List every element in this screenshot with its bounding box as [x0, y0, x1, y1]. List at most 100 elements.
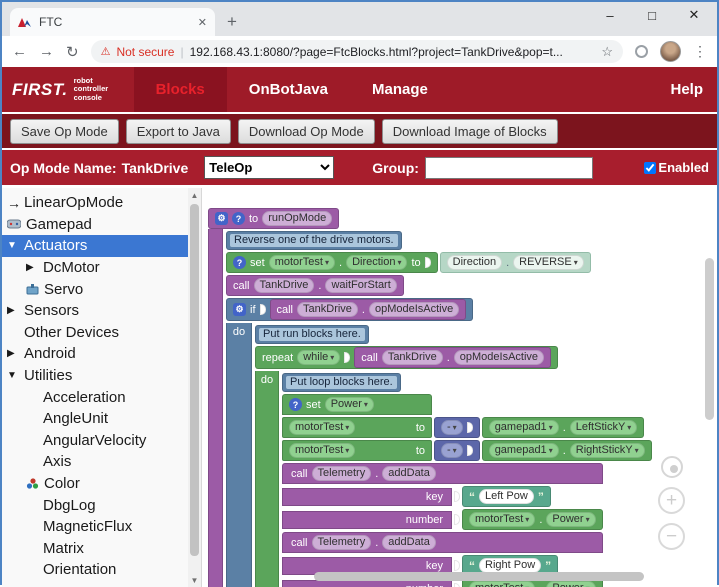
help-icon[interactable]: ?: [289, 398, 302, 411]
toolbox-item-acceleration[interactable]: Acceleration: [2, 386, 188, 408]
group-input[interactable]: [425, 157, 593, 179]
power-dropdown[interactable]: Power▾: [325, 397, 374, 412]
browser-tab[interactable]: FTC ✕: [10, 8, 215, 36]
text-field[interactable]: Left Pow: [479, 489, 534, 504]
bookmark-star-icon[interactable]: ☆: [601, 44, 613, 60]
motor-dropdown[interactable]: motorTest▾: [469, 512, 535, 527]
scrollbar-thumb[interactable]: [190, 204, 199, 556]
toolbox-item-dbglog[interactable]: DbgLog: [2, 494, 188, 516]
negate-dropdown[interactable]: -▾: [441, 443, 463, 458]
toolbox-item-actuators[interactable]: ▼ Actuators: [2, 235, 188, 257]
if-condition-block[interactable]: call TankDrive . opModeIsActive: [270, 299, 467, 320]
motor-dropdown[interactable]: motorTest▾: [269, 255, 335, 270]
gamepad-leftstick-block[interactable]: gamepad1▾ . LeftStickY▾: [482, 417, 645, 438]
motor-power-block[interactable]: motorTest▾ . Power▾: [462, 509, 603, 530]
repeat-block-body[interactable]: do: [255, 371, 279, 587]
help-icon[interactable]: ?: [232, 212, 245, 225]
nav-onbotjava[interactable]: OnBotJava: [227, 67, 350, 112]
direction-reverse-block[interactable]: Direction . REVERSE▾: [440, 252, 591, 273]
if-block-header[interactable]: ⚙ if call TankDrive . opModeIsActive: [226, 298, 473, 321]
toolbox-item-axis[interactable]: Axis: [2, 451, 188, 473]
download-opmode-button[interactable]: Download Op Mode: [238, 119, 375, 144]
comment-block[interactable]: Put run blocks here.: [255, 325, 369, 344]
center-view-icon[interactable]: [661, 456, 683, 478]
direction-value-dropdown[interactable]: REVERSE▾: [513, 255, 584, 270]
toolbox-item-gamepad[interactable]: Gamepad: [2, 214, 188, 236]
zoom-in-button[interactable]: +: [658, 487, 685, 514]
toolbox-item-dcmotor[interactable]: ▶ DcMotor: [2, 257, 188, 279]
stick-dropdown[interactable]: LeftStickY▾: [570, 420, 638, 435]
window-maximize-icon[interactable]: □: [631, 2, 673, 28]
help-icon[interactable]: ?: [233, 256, 246, 269]
gamepad-rightstick-block[interactable]: gamepad1▾ . RightStickY▾: [482, 440, 652, 461]
power-dropdown[interactable]: Power▾: [546, 581, 595, 587]
toolbox-item-color[interactable]: Color: [2, 473, 188, 495]
new-tab-button[interactable]: +: [227, 12, 237, 32]
negate-dropdown[interactable]: -▾: [441, 420, 463, 435]
window-close-icon[interactable]: ✕: [673, 2, 715, 28]
repeat-mode-dropdown[interactable]: while▾: [297, 350, 340, 365]
back-icon[interactable]: ←: [12, 43, 27, 60]
set-direction-block[interactable]: ? set motorTest▾ . Direction▾ to: [226, 252, 438, 273]
toolbox-item-angularvelocity[interactable]: AngularVelocity: [2, 430, 188, 452]
gamepad-dropdown[interactable]: gamepad1▾: [489, 443, 559, 458]
toolbox-scrollbar[interactable]: ▲ ▼: [188, 188, 201, 587]
motor-dropdown[interactable]: motorTest▾: [469, 581, 535, 587]
browser-menu-icon[interactable]: ⋮: [693, 43, 707, 60]
text-block[interactable]: “ Left Pow ”: [462, 486, 551, 507]
toolbox-item-angleunit[interactable]: AngleUnit: [2, 408, 188, 430]
if-block-body[interactable]: do: [226, 323, 252, 587]
enabled-checkbox[interactable]: [644, 162, 656, 174]
toolbox-item-utilities[interactable]: ▼ Utilities: [2, 365, 188, 387]
url-text[interactable]: 192.168.43.1:8080/?page=FtcBlocks.html?p…: [190, 45, 596, 59]
call-waitforstart-block[interactable]: call TankDrive . waitForStart: [226, 275, 404, 296]
repeat-block-header[interactable]: repeat while▾ call TankDrive . opModeIsA…: [255, 346, 558, 369]
profile-avatar[interactable]: [660, 41, 681, 62]
gamepad-dropdown[interactable]: gamepad1▾: [489, 420, 559, 435]
nav-help[interactable]: Help: [656, 67, 717, 112]
negate-block[interactable]: -▾: [434, 440, 480, 461]
comment-block[interactable]: Put loop blocks here.: [282, 373, 401, 392]
gear-icon[interactable]: ⚙: [233, 303, 246, 316]
toolbox-item-sensors[interactable]: ▶ Sensors: [2, 300, 188, 322]
tab-close-icon[interactable]: ✕: [198, 16, 207, 29]
runopmode-block-header[interactable]: ⚙ ? to runOpMode: [208, 208, 339, 229]
opmode-type-select[interactable]: TeleOp: [204, 156, 334, 179]
gear-icon[interactable]: ⚙: [215, 212, 228, 225]
download-image-button[interactable]: Download Image of Blocks: [382, 119, 558, 144]
workspace-horizontal-scrollbar[interactable]: [314, 572, 644, 581]
toolbox-item-magneticflux[interactable]: MagneticFlux: [2, 516, 188, 538]
export-java-button[interactable]: Export to Java: [126, 119, 231, 144]
toolbox-item-matrix[interactable]: Matrix: [2, 538, 188, 560]
not-secure-warning-icon[interactable]: ⚠: [101, 45, 111, 58]
extension-icon[interactable]: [635, 45, 648, 58]
stick-dropdown[interactable]: RightStickY▾: [570, 443, 645, 458]
nav-blocks[interactable]: Blocks: [134, 67, 227, 112]
blockly-workspace[interactable]: ⚙ ? to runOpMode Reverse one of the driv…: [202, 188, 717, 587]
negate-block[interactable]: -▾: [434, 417, 480, 438]
text-field[interactable]: Right Pow: [479, 558, 541, 573]
telemetry-adddata-block[interactable]: call Telemetry . addData key: [282, 463, 603, 530]
workspace-vertical-scrollbar[interactable]: [705, 258, 714, 420]
toolbox-item-other-devices[interactable]: Other Devices: [2, 322, 188, 344]
motor-dropdown[interactable]: motorTest▾: [289, 420, 355, 435]
runopmode-block-body[interactable]: [208, 229, 223, 587]
set-power-block[interactable]: ? set Power▾ motorTest▾ to: [282, 394, 652, 461]
save-opmode-button[interactable]: Save Op Mode: [10, 119, 119, 144]
motor-dropdown[interactable]: motorTest▾: [289, 443, 355, 458]
comment-block[interactable]: Reverse one of the drive motors.: [226, 231, 402, 250]
scroll-up-icon[interactable]: ▲: [191, 188, 199, 202]
toolbox-item-orientation[interactable]: Orientation: [2, 559, 188, 581]
toolbox-item-linearopmode[interactable]: → LinearOpMode: [2, 192, 188, 214]
property-dropdown[interactable]: Direction▾: [346, 255, 407, 270]
nav-manage[interactable]: Manage: [350, 67, 450, 112]
procedure-name-field[interactable]: runOpMode: [262, 211, 332, 226]
toolbox-item-android[interactable]: ▶ Android: [2, 343, 188, 365]
omnibox[interactable]: ⚠ Not secure | 192.168.43.1:8080/?page=F…: [91, 40, 623, 63]
zoom-out-button[interactable]: −: [658, 523, 685, 550]
refresh-icon[interactable]: ↻: [66, 43, 79, 61]
forward-icon[interactable]: →: [39, 43, 54, 60]
repeat-condition-block[interactable]: call TankDrive . opModeIsActive: [354, 347, 551, 368]
window-minimize-icon[interactable]: –: [589, 2, 631, 28]
not-secure-label[interactable]: Not secure: [116, 45, 174, 59]
